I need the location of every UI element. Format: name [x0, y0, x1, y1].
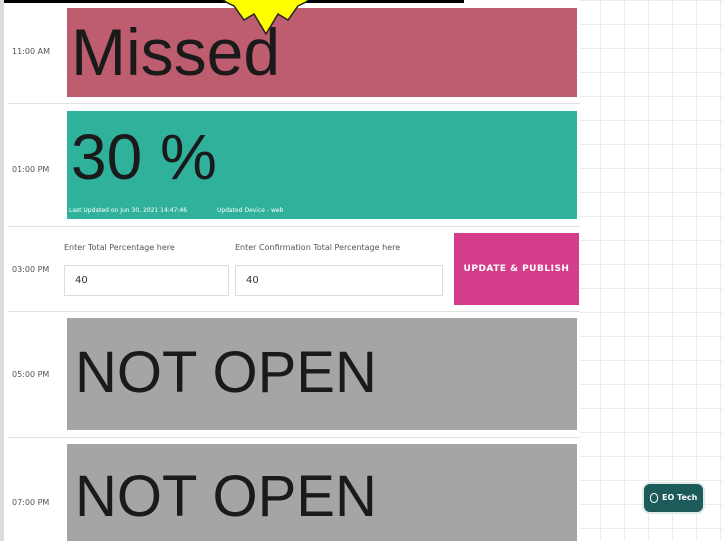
last-updated-text: Last Updated on Jun 30, 2021 14:47:46: [69, 207, 188, 214]
total-percentage-input[interactable]: 40: [64, 265, 229, 296]
confirmation-percentage-label: Enter Confirmation Total Percentage here: [235, 243, 401, 252]
time-label: 07:00 PM: [12, 498, 50, 507]
slot-status-missed: Missed: [67, 8, 577, 97]
divider: [8, 311, 580, 312]
time-label: 05:00 PM: [12, 370, 50, 379]
divider: [8, 437, 580, 438]
slot-status-not-open: NOT OPEN: [67, 444, 577, 541]
star-burst-icon: [222, 0, 310, 36]
time-label: 01:00 PM: [12, 165, 50, 174]
updated-device-text: Updated Device - web: [217, 207, 284, 214]
confirmation-percentage-input[interactable]: 40: [235, 265, 443, 296]
divider: [8, 226, 580, 227]
time-label: 11:00 AM: [12, 47, 50, 56]
divider: [8, 103, 580, 104]
schedule-panel: 11:00 AM Missed 01:00 PM 30 % Last Updat…: [4, 0, 580, 541]
status-text: NOT OPEN: [75, 340, 377, 405]
eo-tech-label: EO Tech: [662, 493, 698, 502]
update-publish-button[interactable]: UPDATE & PUBLISH: [454, 233, 579, 305]
percentage-text: 30 %: [71, 121, 217, 193]
slot-status-percentage: 30 % Last Updated on Jun 30, 2021 14:47:…: [67, 111, 577, 219]
mouse-icon: [650, 493, 658, 503]
eo-tech-button[interactable]: EO Tech: [642, 482, 705, 514]
time-label: 03:00 PM: [12, 265, 50, 274]
status-text: NOT OPEN: [75, 464, 377, 529]
slot-status-not-open: NOT OPEN: [67, 318, 577, 430]
total-percentage-label: Enter Total Percentage here: [64, 243, 175, 252]
